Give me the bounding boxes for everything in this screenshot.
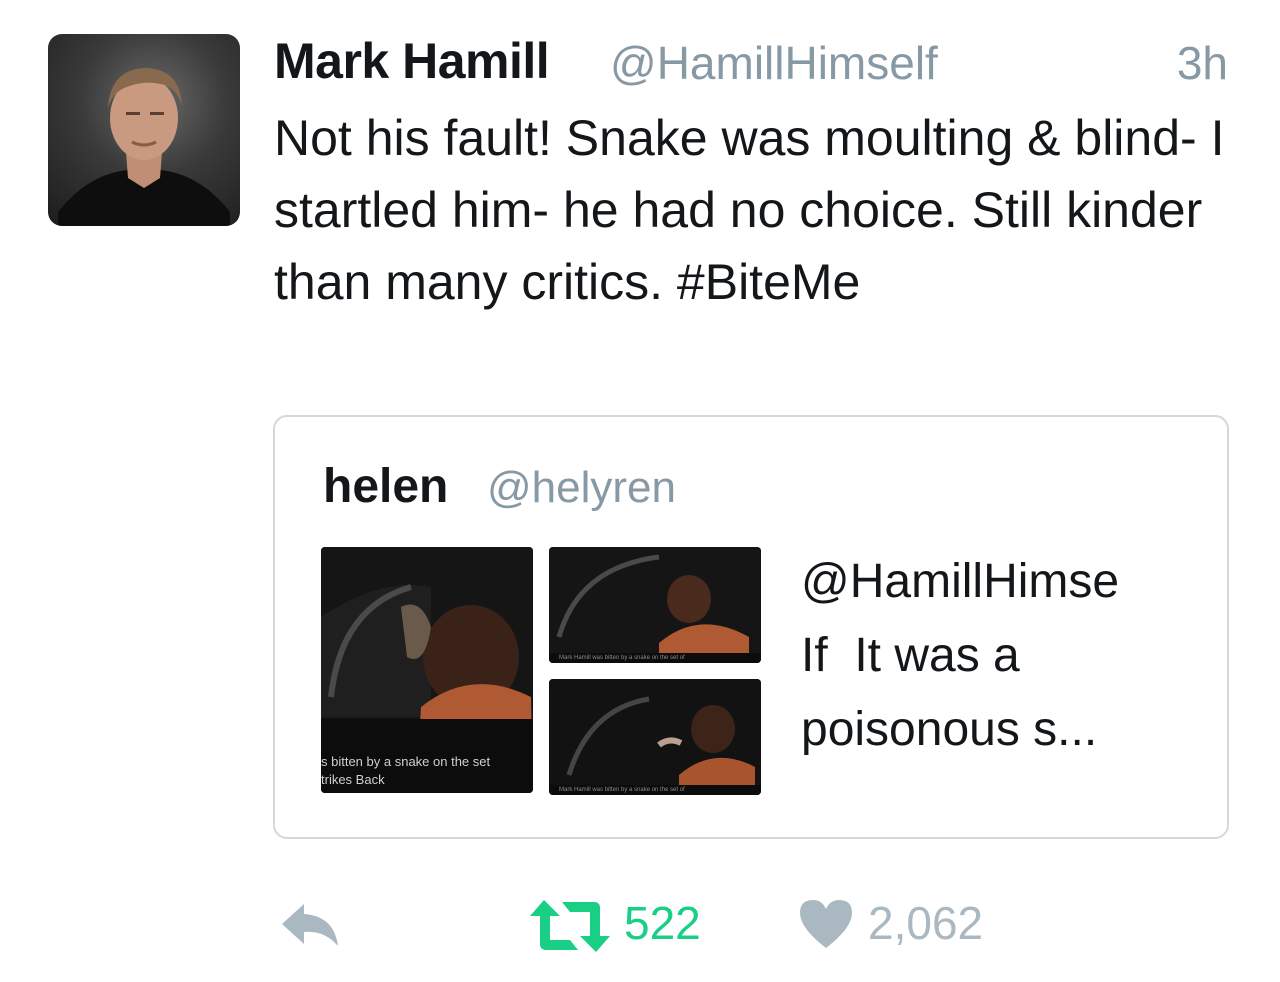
quoted-tweet[interactable]: helen @helyren s bitten by a snake on th… — [273, 415, 1229, 839]
tweet-timestamp[interactable]: 3h — [1177, 36, 1228, 90]
media-caption: Mark Hamill was bitten by a snake on the… — [559, 655, 685, 661]
like-count: 2,062 — [868, 897, 984, 949]
tweet-header: Mark Hamill @HamillHimself 3h — [274, 30, 1234, 90]
retweet-count: 522 — [624, 897, 701, 949]
media-caption: s bitten by a snake on the set trikes Ba… — [321, 754, 491, 787]
quoted-author-name: helen — [323, 460, 449, 513]
quoted-author-handle: @helyren — [487, 463, 676, 512]
tweet-actions: 522 2,062 — [274, 890, 1234, 960]
author-avatar[interactable] — [48, 34, 240, 226]
quoted-media-thumbnail[interactable]: Mark Hamill was bitten by a snake on the… — [549, 679, 761, 795]
quoted-tweet-text: @HamillHimse If It was a poisonous s... — [801, 555, 1120, 756]
reply-icon — [282, 904, 338, 946]
heart-icon — [800, 900, 852, 948]
reply-button[interactable] — [278, 900, 344, 950]
retweet-icon — [530, 900, 610, 952]
author-handle[interactable]: @HamillHimself — [610, 36, 938, 90]
tweet-text: Not his fault! Snake was moulting & blin… — [274, 110, 1225, 310]
quoted-media-thumbnail[interactable]: s bitten by a snake on the set trikes Ba… — [321, 547, 533, 793]
author-name[interactable]: Mark Hamill — [274, 32, 550, 90]
like-button[interactable] — [798, 898, 854, 950]
quoted-media-thumbnail[interactable]: Mark Hamill was bitten by a snake on the… — [549, 547, 761, 663]
retweet-button[interactable] — [528, 896, 612, 956]
media-caption: Mark Hamill was bitten by a snake on the… — [559, 787, 685, 793]
